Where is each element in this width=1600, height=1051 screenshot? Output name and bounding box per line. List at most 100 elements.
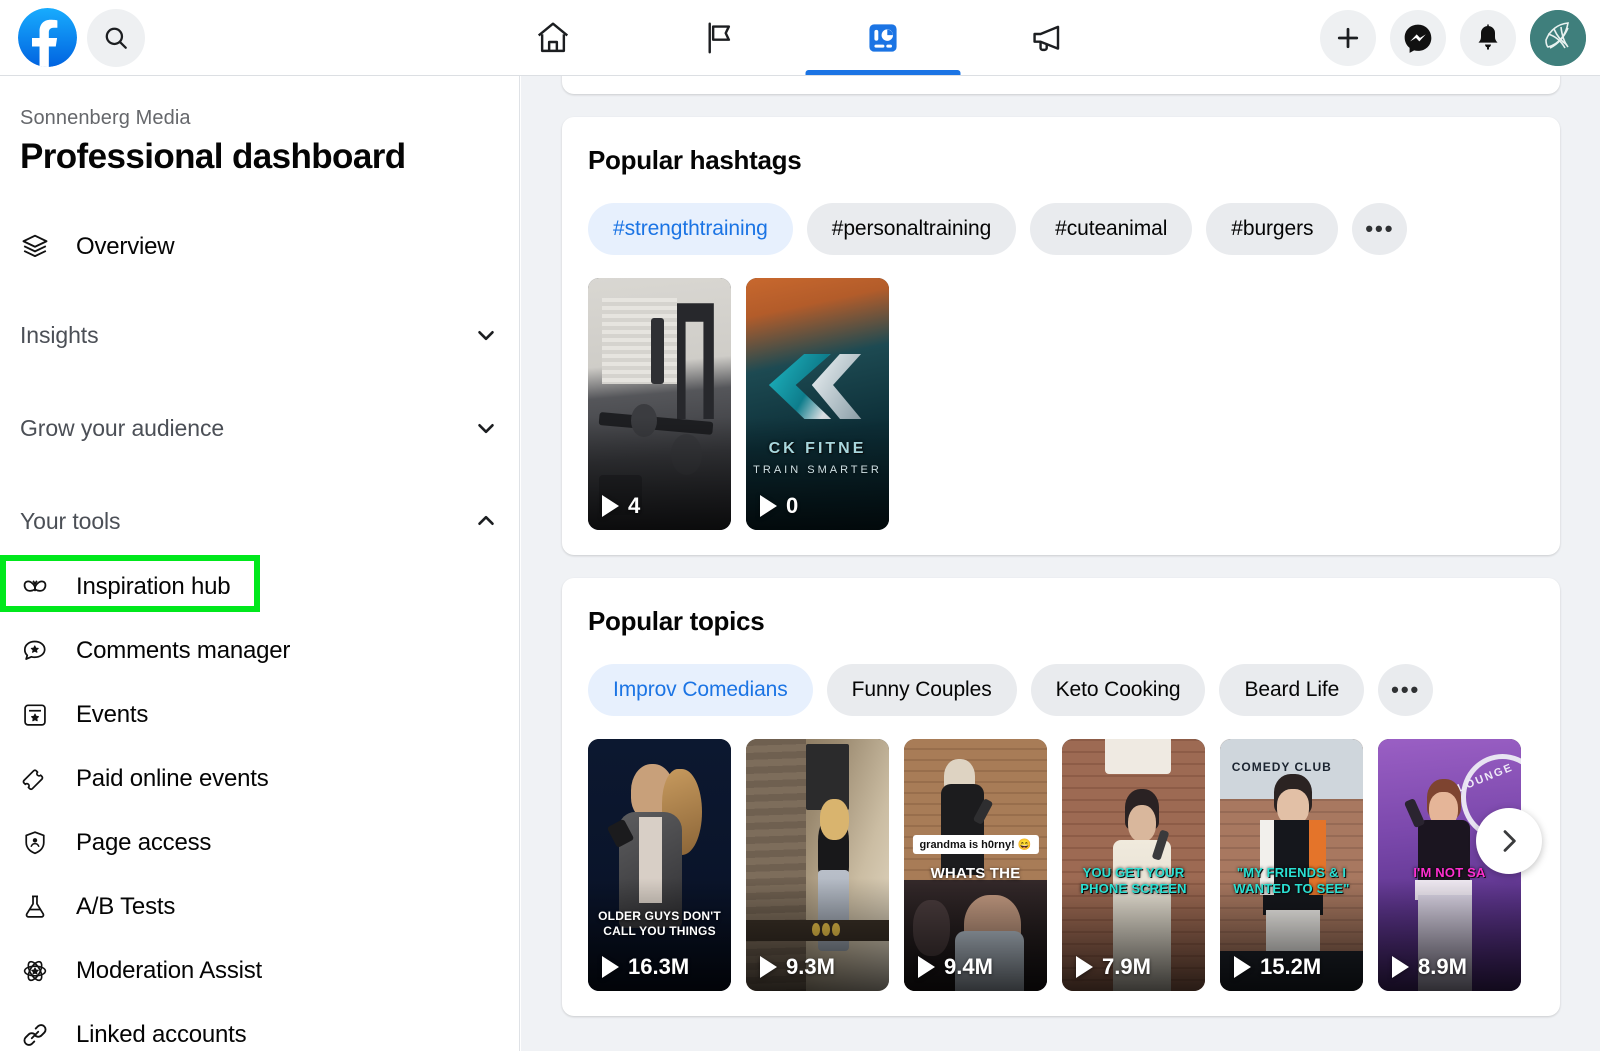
topic-chip-improv-comedians[interactable]: Improv Comedians	[588, 664, 813, 716]
left-sidebar: Sonnenberg Media Professional dashboard …	[0, 76, 520, 1051]
facebook-logo[interactable]	[18, 8, 77, 67]
sidebar-tools-list: Inspiration hub Comments manager Events …	[0, 555, 499, 1051]
play-icon	[602, 495, 619, 517]
layers-icon	[20, 232, 50, 262]
chevron-right-icon	[1503, 830, 1516, 852]
sidebar-section-your-tools[interactable]: Your tools	[20, 489, 499, 553]
hashtag-thumbnail-row: 4 CK FITNE TRAIN SMARTER 0	[562, 255, 1560, 530]
sidebar-item-paid-online-events[interactable]: Paid online events	[20, 747, 499, 811]
hashtag-chip-strengthtraining[interactable]: #strengthtraining	[588, 203, 793, 255]
play-count-value: 0	[786, 493, 799, 518]
topic-thumbnail-3[interactable]: grandma is h0rny! 😄 WHATS THE 9.4M	[904, 739, 1047, 991]
sidebar-section-grow-your-audience[interactable]: Grow your audience	[20, 396, 499, 460]
play-icon	[1234, 956, 1251, 978]
nav-tab-professional-dashboard[interactable]	[800, 0, 965, 75]
messenger-button[interactable]	[1390, 9, 1446, 66]
butterfly-icon	[20, 572, 50, 602]
search-button[interactable]	[87, 8, 145, 67]
sidebar-item-page-access[interactable]: Page access	[20, 811, 499, 875]
topic-chip-row: Improv Comedians Funny Couples Keto Cook…	[562, 637, 1560, 716]
sidebar-item-label: Events	[76, 701, 149, 728]
sidebar-section-insights[interactable]: Insights	[20, 303, 499, 367]
thumbnail-pill-caption: grandma is h0rny! 😄	[912, 834, 1039, 854]
sidebar-item-events[interactable]: Events	[20, 683, 499, 747]
notifications-button[interactable]	[1460, 9, 1516, 66]
play-icon	[602, 956, 619, 978]
sidebar-item-overview[interactable]: Overview	[20, 215, 499, 279]
comment-star-icon	[20, 636, 50, 666]
profile-avatar[interactable]	[1530, 9, 1586, 66]
play-count: 16.3M	[602, 954, 689, 980]
topbar-actions	[1320, 0, 1586, 75]
sidebar-item-comments-manager[interactable]: Comments manager	[20, 619, 499, 683]
hashtag-chip-burgers[interactable]: #burgers	[1206, 203, 1339, 255]
play-count-value: 16.3M	[628, 954, 690, 979]
sidebar-item-label: Page access	[76, 829, 212, 856]
play-icon	[1392, 956, 1409, 978]
topic-more-button[interactable]: •••	[1378, 664, 1434, 716]
sidebar-item-label: Paid online events	[76, 765, 269, 792]
sidebar-item-linked-accounts[interactable]: Linked accounts	[20, 1003, 499, 1051]
hashtag-chip-personaltraining[interactable]: #personaltraining	[806, 203, 1017, 255]
content-scroll-area: Popular hashtags #strengthtraining #pers…	[521, 76, 1600, 1016]
sidebar-item-moderation-assist[interactable]: Moderation Assist	[20, 939, 499, 1003]
topics-next-button[interactable]	[1476, 808, 1542, 874]
topic-chip-beard-life[interactable]: Beard Life	[1219, 664, 1365, 716]
home-icon	[537, 22, 568, 52]
sidebar-item-label: A/B Tests	[76, 893, 176, 920]
main-content: Popular hashtags #strengthtraining #pers…	[521, 76, 1600, 1051]
flask-icon	[20, 892, 50, 922]
shield-person-icon	[20, 828, 50, 858]
page-name: Sonnenberg Media	[20, 107, 191, 129]
play-count-value: 8.9M	[1418, 954, 1467, 979]
topbar-nav-tabs	[470, 0, 1130, 75]
play-count: 7.9M	[1076, 954, 1151, 980]
play-icon	[760, 956, 777, 978]
sidebar-item-ab-tests[interactable]: A/B Tests	[20, 875, 499, 939]
sidebar-item-label: Linked accounts	[76, 1021, 247, 1048]
topic-chip-keto-cooking[interactable]: Keto Cooking	[1030, 664, 1206, 716]
sidebar-item-label: Overview	[76, 233, 175, 260]
chevron-down-icon	[473, 415, 499, 441]
hashtag-more-button[interactable]: •••	[1352, 203, 1408, 255]
topic-chip-funny-couples[interactable]: Funny Couples	[826, 664, 1017, 716]
sidebar-item-label: Comments manager	[76, 637, 291, 664]
card-title: Popular topics	[588, 606, 765, 636]
chevron-up-icon	[473, 508, 499, 534]
sidebar-item-label: Inspiration hub	[76, 573, 231, 600]
play-count-value: 9.4M	[944, 954, 993, 979]
thumbnail-caption: WHATS THE	[930, 865, 1021, 882]
hashtag-chip-cuteanimal[interactable]: #cuteanimal	[1030, 203, 1193, 255]
hashtag-thumbnail-1[interactable]: 4	[588, 278, 731, 530]
topic-thumbnail-2[interactable]: 9.3M	[746, 739, 889, 991]
play-count-value: 9.3M	[786, 954, 835, 979]
topic-thumbnail-row: OLDER GUYS DON'T CALL YOU THINGS 16.3M 9…	[562, 716, 1560, 991]
flag-icon	[707, 22, 730, 53]
play-icon	[1076, 956, 1093, 978]
create-button[interactable]	[1320, 9, 1376, 66]
play-count: 9.3M	[760, 954, 835, 980]
hashtag-thumbnail-2[interactable]: CK FITNE TRAIN SMARTER 0	[746, 278, 889, 530]
avatar	[1530, 9, 1586, 66]
nav-tab-pages[interactable]	[635, 0, 800, 75]
sidebar-section-label: Your tools	[20, 507, 121, 534]
play-icon	[918, 956, 935, 978]
play-icon	[760, 495, 777, 517]
nav-tab-ads[interactable]	[965, 0, 1130, 75]
nav-tab-underline	[805, 70, 960, 75]
sidebar-item-inspiration-hub[interactable]: Inspiration hub	[20, 555, 499, 619]
topbar-left-group	[0, 8, 145, 67]
thumbnail-caption: YOU GET YOUR PHONE SCREEN	[1080, 865, 1187, 897]
topic-thumbnail-5[interactable]: COMEDY CLUB "MY FRIENDS & I WANTED TO SE…	[1220, 739, 1363, 991]
thumbnail-overlay-text: COMEDY CLUB	[1231, 759, 1332, 774]
sidebar-item-inspiration-hub-wrapper: Inspiration hub	[0, 555, 499, 619]
messenger-icon	[1404, 24, 1432, 53]
plus-icon	[1337, 27, 1359, 48]
topic-thumbnail-1[interactable]: OLDER GUYS DON'T CALL YOU THINGS 16.3M	[588, 739, 731, 991]
topic-thumbnail-4[interactable]: YOU GET YOUR PHONE SCREEN 7.9M	[1062, 739, 1205, 991]
sidebar-section-label: Grow your audience	[20, 414, 225, 441]
nav-tab-home[interactable]	[470, 0, 635, 75]
dashboard-icon	[868, 23, 897, 52]
popular-hashtags-card: Popular hashtags #strengthtraining #pers…	[562, 117, 1560, 555]
card-title: Popular hashtags	[588, 145, 802, 175]
